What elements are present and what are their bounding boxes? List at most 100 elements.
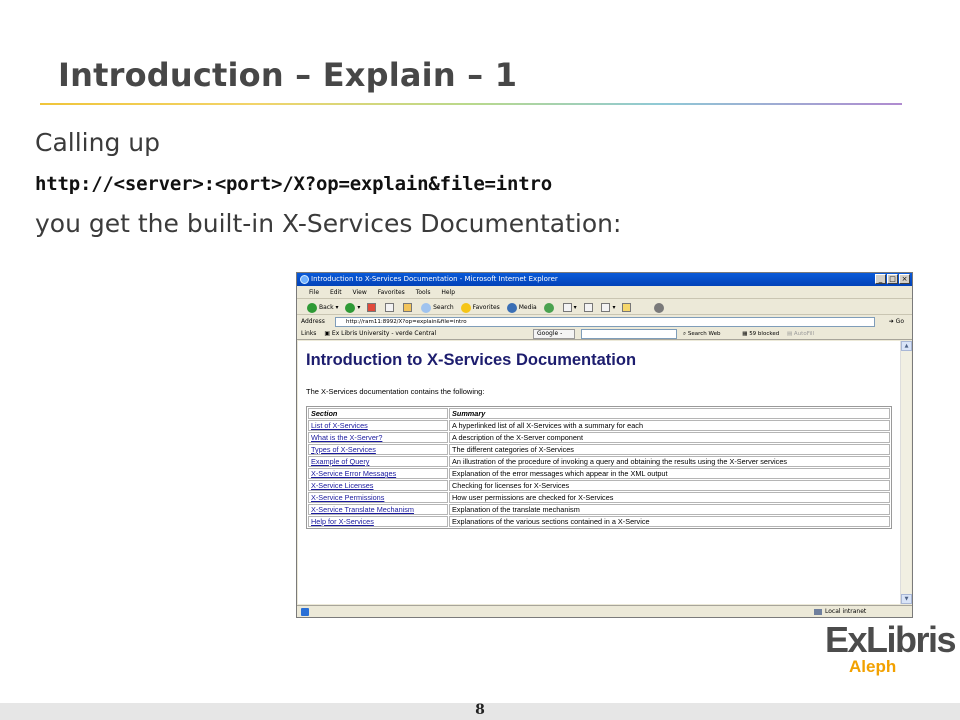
refresh-button[interactable] [385,300,396,315]
address-label: Address [301,318,325,325]
explain-url: http://<server>:<port>/X?op=explain&file… [35,173,552,195]
doc-title: Introduction to X-Services Documentation [306,351,637,369]
edit-icon [601,303,611,312]
links-bar: Links ▣ Ex Libris University - verde Cen… [297,328,912,340]
google-toolbar-items: ⌕ Search Web ▦ 59 blocked ▤ AutoFill [683,328,814,340]
edit-button[interactable]: ▾ [601,300,615,315]
browser-window-screenshot: Introduction to X-Services Documentation… [296,272,913,618]
section-summary: Explanation of the translate mechanism [449,504,890,515]
browser-titlebar: Introduction to X-Services Documentation… [297,273,912,286]
browser-window-title: Introduction to X-Services Documentation… [311,275,558,283]
section-summary: Checking for licenses for X-Services [449,480,890,491]
media-label: Media [518,304,537,311]
menu-help[interactable]: Help [441,289,455,296]
popup-blocked-button[interactable]: ▦ 59 blocked [742,331,779,337]
folder-button[interactable] [622,300,633,315]
links-item-label: Ex Libris University - verde Central [331,330,437,337]
maximize-icon[interactable]: □ [887,274,898,284]
links-label[interactable]: Links [301,330,316,337]
section-link[interactable]: X-Service Permissions [308,492,448,503]
menu-view[interactable]: View [353,289,367,296]
page-number: 8 [475,702,485,718]
search-label: Search [433,304,454,311]
history-icon [543,302,554,313]
table-row: Types of X-Services The different categor… [308,444,890,455]
stop-button[interactable] [367,300,378,315]
google-search-input[interactable] [581,329,677,339]
section-link[interactable]: Example of Query [308,456,448,467]
search-button[interactable]: Search [421,300,454,315]
back-arrow-icon [307,302,317,313]
google-toolbar-button[interactable]: Google - [533,329,575,339]
media-button[interactable]: Media [506,300,537,315]
page-done-icon [301,608,309,616]
stop-icon [367,303,377,312]
section-link[interactable]: Help for X-Services [308,516,448,527]
menu-favorites[interactable]: Favorites [378,289,405,296]
popup-blocked-label: 59 blocked [749,331,780,337]
table-row: X-Service Error Messages Explanation of t… [308,468,890,479]
table-row: Help for X-Services Explanations of the v… [308,516,890,527]
search-web-button[interactable]: ⌕ Search Web [683,331,720,337]
title-divider [40,103,902,105]
home-icon [403,303,413,312]
links-item[interactable]: ▣ Ex Libris University - verde Central [324,330,436,337]
table-row: X-Service Permissions How user permission… [308,492,890,503]
doc-intro: The X-Services documentation contains th… [306,387,485,396]
sections-table: Section Summary List of X-Services A hype… [306,406,892,529]
autofill-button[interactable]: ▤ AutoFill [787,331,814,337]
menu-tools[interactable]: Tools [416,289,431,296]
close-icon[interactable]: × [899,274,910,284]
section-link[interactable]: List of X-Services [308,420,448,431]
section-link[interactable]: X-Service Error Messages [308,468,448,479]
print-button[interactable] [583,300,595,315]
section-link[interactable]: X-Service Licenses [308,480,448,491]
table-row: X-Service Translate Mechanism Explanation… [308,504,890,515]
browser-toolbar: Back ▾ ▾ Search Favorites Media ▾ ▾ [297,300,912,315]
back-button[interactable]: Back ▾ [307,300,339,315]
folder-icon [622,303,632,312]
section-summary: Explanation of the error messages which … [449,468,890,479]
table-header-row: Section Summary [308,408,890,419]
history-button[interactable] [543,300,556,315]
home-button[interactable] [403,300,414,315]
favorites-button[interactable]: Favorites [460,300,500,315]
menu-file[interactable]: File [309,289,319,296]
table-row: List of X-Services A hyperlinked list of … [308,420,890,431]
column-header-summary: Summary [449,408,890,419]
address-field[interactable]: http://ram11:8992/X?op=explain&file=intr… [335,317,875,327]
section-summary: How user permissions are checked for X-S… [449,492,890,503]
section-link[interactable]: Types of X-Services [308,444,448,455]
scroll-down-icon[interactable]: ▼ [901,594,912,604]
forward-button[interactable]: ▾ [345,300,360,315]
refresh-icon [385,303,395,312]
minimize-icon[interactable]: _ [875,274,886,284]
messenger-button[interactable] [654,300,666,315]
mail-button[interactable]: ▾ [562,300,577,315]
slide-title: Introduction – Explain – 1 [58,56,518,94]
vertical-scrollbar[interactable]: ▲ ▼ [900,341,912,604]
browser-menubar: File Edit View Favorites Tools Help [297,287,912,299]
section-link[interactable]: X-Service Translate Mechanism [308,504,448,515]
menu-edit[interactable]: Edit [330,289,342,296]
scroll-up-icon[interactable]: ▲ [901,341,912,351]
section-link[interactable]: What is the X-Server? [308,432,448,443]
table-row: What is the X-Server? A description of th… [308,432,890,443]
star-icon [460,302,471,313]
address-bar: Address http://ram11:8992/X?op=explain&f… [297,316,912,328]
table-row: Example of Query An illustration of the p… [308,456,890,467]
favorites-label: Favorites [472,304,500,311]
section-summary: An illustration of the procedure of invo… [449,456,890,467]
section-summary: The different categories of X-Services [449,444,890,455]
aleph-wordmark: Aleph [849,657,897,676]
back-label: Back [319,304,334,311]
intro-line-calling: Calling up [35,128,160,157]
exlibris-aleph-logo: ExLibris Aleph [825,622,957,676]
go-label: Go [895,318,904,325]
forward-arrow-icon [345,302,356,313]
column-header-section: Section [308,408,448,419]
intro-line-result: you get the built-in X-Services Document… [35,209,622,238]
table-row: X-Service Licenses Checking for licenses … [308,480,890,491]
security-zone: Local intranet [813,606,866,617]
go-button[interactable]: ➜ Go [889,316,904,328]
